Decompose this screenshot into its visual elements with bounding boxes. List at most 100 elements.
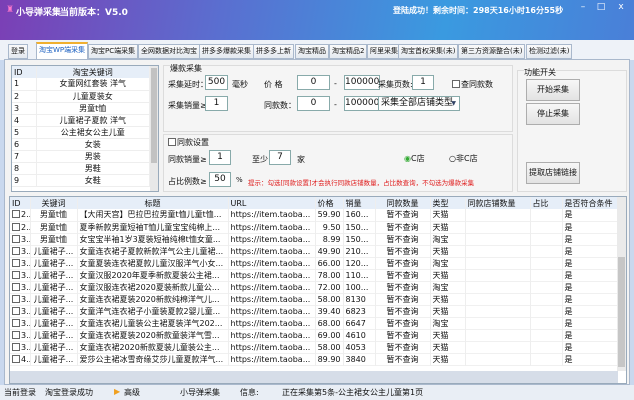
- delay-input[interactable]: 500: [205, 75, 228, 90]
- same-settings-checkbox[interactable]: 同款设置: [168, 137, 209, 148]
- keyword-row[interactable]: 8 男鞋: [12, 162, 150, 174]
- keyword-text: 男装: [36, 150, 150, 162]
- row-checkbox[interactable]: [12, 330, 20, 339]
- tab-4[interactable]: 拼多多爆款采集: [199, 44, 254, 59]
- result-row[interactable]: 2..男童t恤【大闹天宫】巴拉巴拉男童t恤儿童t恤...https://item…: [10, 209, 621, 221]
- price-max-input[interactable]: 100000: [344, 75, 380, 90]
- same-max-input[interactable]: 100000: [344, 96, 380, 111]
- result-row[interactable]: 3..儿童裙子...女童连衣裙夏装2020新款童装洋气雪...https://i…: [10, 329, 621, 341]
- tab-5[interactable]: 拼多多上新: [253, 44, 294, 59]
- ratio-input[interactable]: 50: [209, 172, 231, 187]
- result-cell: 89.90: [315, 353, 344, 365]
- row-checkbox[interactable]: [12, 318, 20, 327]
- result-cell: https://item.taoba...: [228, 341, 316, 353]
- tab-0[interactable]: 登录: [8, 44, 28, 59]
- col-header[interactable]: 类型: [430, 197, 466, 209]
- status-current-login: 当前登录: [4, 388, 36, 397]
- tab-2[interactable]: 淘宝PC端采集: [88, 44, 139, 59]
- keyword-row[interactable]: 1 女童网红套装 洋气: [12, 78, 150, 90]
- maximize-button[interactable]: □: [592, 2, 610, 14]
- result-row[interactable]: 3..儿童裙子...女童汉服2020年夏季新款夏装公主裙...https://i…: [10, 269, 621, 281]
- result-cell: 3..: [10, 305, 31, 317]
- result-row[interactable]: 3..儿童裙子...女童汉服连衣裙2020夏装新款儿童公...https://i…: [10, 281, 621, 293]
- sales-input[interactable]: 1: [205, 96, 228, 111]
- result-cell: 210...: [343, 245, 376, 257]
- minimize-button[interactable]: –: [574, 2, 592, 14]
- tab-10[interactable]: 第三方资源整合(未): [458, 44, 526, 59]
- col-header[interactable]: 价格: [315, 197, 344, 209]
- stop-collect-button[interactable]: 停止采集: [526, 103, 580, 125]
- query-same-checkbox[interactable]: 查同款数: [452, 79, 493, 90]
- keyword-row[interactable]: 3 男童t恤: [12, 102, 150, 114]
- price-min-input[interactable]: 0: [297, 75, 330, 90]
- keyword-scrollbar[interactable]: [150, 66, 158, 191]
- same-settings-group: 同款设置 同款销量≥ 1 至少 7 家 ◉C店 ○非C店 占比例数≥ 50 % …: [163, 134, 513, 192]
- row-checkbox[interactable]: [12, 294, 20, 303]
- keyword-row[interactable]: 7 男装: [12, 150, 150, 162]
- result-row[interactable]: 3..男童t恤女宝宝半袖1岁3夏装短袖纯棉t恤女童...https://item…: [10, 233, 621, 245]
- result-row[interactable]: 3..儿童裙子...女童连衣裙2020新款夏装儿童装公主...https://i…: [10, 341, 621, 353]
- atleast-input[interactable]: 7: [269, 150, 291, 165]
- shop-type-select[interactable]: 采集全部店铺类型 ▼: [378, 96, 460, 111]
- col-header[interactable]: 是否符合条件: [562, 197, 621, 209]
- col-header[interactable]: URL: [228, 197, 316, 209]
- result-cell: [530, 293, 563, 305]
- row-checkbox[interactable]: [12, 210, 20, 219]
- col-header[interactable]: ID: [10, 197, 31, 209]
- col-header[interactable]: 占比: [530, 197, 563, 209]
- result-row[interactable]: 3..儿童裙子...女童连衣裙子夏款新款洋气公主儿童裙...https://it…: [10, 245, 621, 257]
- tab-7[interactable]: 淘宝精品2: [329, 44, 368, 59]
- col-header[interactable]: 同款店铺数量: [465, 197, 531, 209]
- row-checkbox[interactable]: [12, 258, 20, 267]
- radio-non-c-store[interactable]: ○非C店: [449, 153, 478, 164]
- result-cell: [465, 353, 531, 365]
- tab-9[interactable]: 淘宝首权采集(未): [398, 44, 459, 59]
- vertical-scrollbar[interactable]: [617, 197, 626, 371]
- keyword-row[interactable]: 6 女装: [12, 138, 150, 150]
- extract-shop-links-button[interactable]: 提取店铺链接: [526, 162, 580, 184]
- keyword-row[interactable]: 5 公主裙女公主儿童: [12, 126, 150, 138]
- result-row[interactable]: 2..男童t恤夏季新款男童短袖T恤儿童宝宝纯棉上...https://item.…: [10, 221, 621, 233]
- keyword-row[interactable]: 9 女鞋: [12, 174, 150, 186]
- horizontal-scrollbar[interactable]: [10, 371, 618, 383]
- pages-input[interactable]: 1: [412, 75, 434, 90]
- row-checkbox[interactable]: [12, 282, 20, 291]
- status-info: 正在采集第5条-公主裙女公主儿童第1页: [282, 388, 424, 397]
- row-checkbox[interactable]: [12, 222, 20, 231]
- keyword-row[interactable]: 2 儿童夏装女: [12, 90, 150, 102]
- row-checkbox[interactable]: [12, 306, 20, 315]
- radio-c-store[interactable]: ◉C店: [404, 153, 425, 164]
- row-checkbox[interactable]: [12, 342, 20, 351]
- result-cell: [530, 269, 563, 281]
- tab-8[interactable]: 阿里采集: [367, 44, 401, 59]
- col-header[interactable]: 同款数量: [375, 197, 431, 209]
- results-table[interactable]: ID关键词标题URL价格销量同款数量类型同款店铺数量占比是否符合条件2..男童t…: [9, 196, 627, 384]
- keyword-row[interactable]: 4 儿童裙子夏款 洋气: [12, 114, 150, 126]
- result-row[interactable]: 3..儿童裙子...女童连衣裙儿童装公主裙夏装洋气202...https://i…: [10, 317, 621, 329]
- keyword-list[interactable]: ID 淘宝关键词 1 女童网红套装 洋气 2 儿童夏装女 3 男童t恤 4 儿童裙子夏款 洋气 5 公…: [11, 65, 159, 192]
- col-header[interactable]: 关键词: [30, 197, 78, 209]
- start-collect-button[interactable]: 开始采集: [526, 79, 580, 101]
- row-checkbox[interactable]: [12, 234, 20, 243]
- keyword-text: 女童网红套装 洋气: [36, 78, 150, 90]
- radio-selected-icon: ◉: [404, 154, 411, 163]
- result-row[interactable]: 3..儿童裙子...女童连衣裙夏装2020新款纯棉洋气儿...https://i…: [10, 293, 621, 305]
- row-checkbox[interactable]: [12, 354, 20, 363]
- same-sales-input[interactable]: 1: [209, 150, 231, 165]
- tab-11[interactable]: 检测过滤(未): [526, 44, 573, 59]
- col-header[interactable]: 销量: [343, 197, 376, 209]
- result-cell: 天猫: [430, 269, 466, 281]
- result-cell: 暂不查询: [375, 209, 431, 221]
- tab-6[interactable]: 淘宝精品: [295, 44, 329, 59]
- result-row[interactable]: 3..儿童裙子...女童洋气连衣裙子小童装夏款2婴儿童...https://it…: [10, 305, 621, 317]
- close-button[interactable]: x: [612, 2, 630, 14]
- tab-1[interactable]: 淘宝WP端采集: [36, 42, 89, 60]
- result-row[interactable]: 4..儿童裙子...爱莎公主裙冰雪奇缘艾莎儿童夏款洋气...https://it…: [10, 353, 621, 365]
- col-header[interactable]: 标题: [77, 197, 229, 209]
- tab-3[interactable]: 全网数据对比淘宝: [138, 44, 200, 59]
- result-cell: 暂不查询: [375, 293, 431, 305]
- same-min-input[interactable]: 0: [297, 96, 330, 111]
- row-checkbox[interactable]: [12, 270, 20, 279]
- result-row[interactable]: 3..儿童裙子...女童夏装连衣裙夏款儿童汉服洋气小女...https://it…: [10, 257, 621, 269]
- row-checkbox[interactable]: [12, 246, 20, 255]
